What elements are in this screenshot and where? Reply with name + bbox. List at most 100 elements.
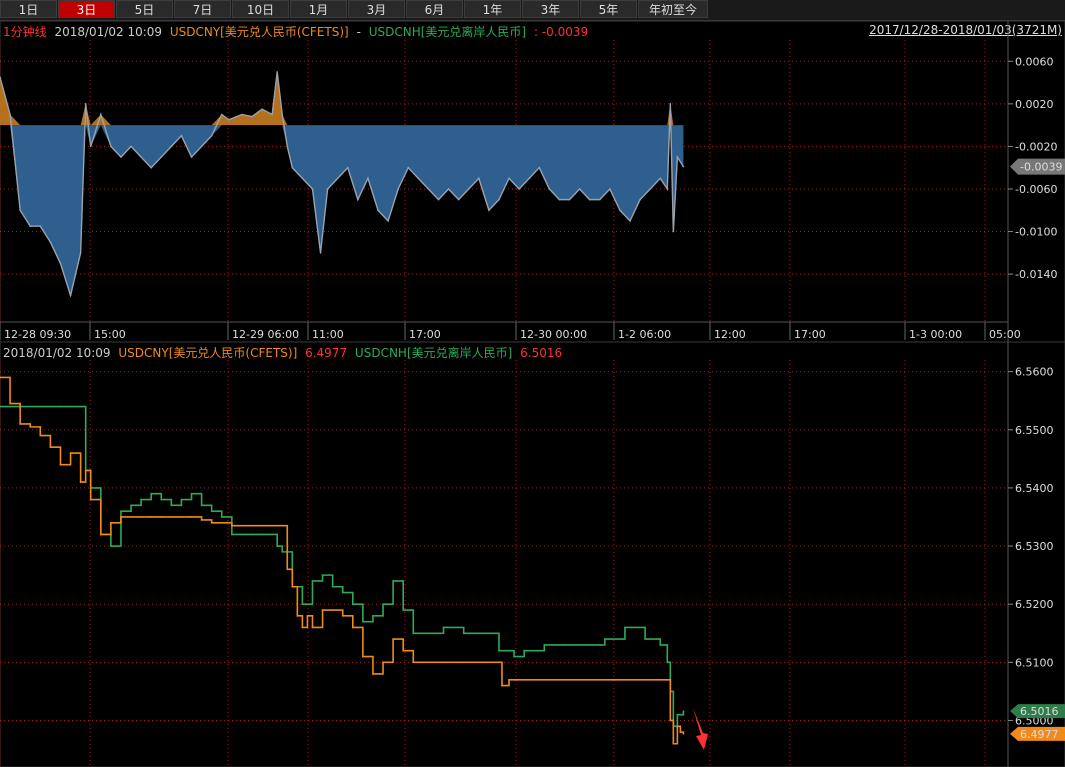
price-point-usdcnh-51 — [624, 626, 626, 629]
price-point-usdcnh-24 — [271, 533, 273, 536]
spread-point-44 — [407, 166, 410, 169]
price-point-usdcnh-52 — [644, 638, 646, 640]
spread-point-38 — [346, 166, 349, 169]
price-point-usdcny-34 — [306, 615, 309, 617]
price-point-usdcny-50 — [498, 661, 500, 664]
spread-point-42 — [387, 220, 389, 222]
price-point-usdcny-9 — [84, 469, 87, 472]
price-point-usdcny-23 — [220, 522, 223, 524]
spread-point-14 — [130, 145, 132, 148]
spread-point-66 — [629, 220, 631, 222]
chart-canvas: 12-28 09:30 15:00 12-29 06:00 11:00 17:00 12-… — [0, 20, 1065, 767]
price-point-usdcnh-46 — [523, 649, 525, 652]
spread-point-10 — [89, 145, 92, 148]
price-point-usdcnh-40 — [422, 632, 425, 635]
spread-point-48 — [447, 188, 450, 190]
price-point-usdcnh-17 — [200, 504, 203, 507]
spread-point-22 — [210, 134, 213, 137]
price-point-usdcnh-25 — [276, 545, 279, 547]
price-point-usdcny-35 — [311, 626, 314, 629]
price-point-usdcnh-23 — [261, 533, 263, 536]
price-point-usdcny-52 — [505, 684, 507, 687]
spread-point-53 — [498, 198, 500, 201]
price-point-usdcny-15 — [140, 516, 142, 518]
spread-point-36 — [326, 188, 329, 190]
price-point-usdcnh-50 — [604, 638, 606, 640]
spread-point-69 — [659, 177, 662, 180]
spread-point-4 — [39, 225, 42, 228]
price-y-tick-label-1: 6.5500 — [1015, 424, 1054, 437]
spread-point-52 — [488, 209, 490, 212]
spread-point-18 — [170, 145, 173, 148]
price-point-usdcnh-9 — [120, 510, 122, 512]
price-point-usdcnh-8 — [110, 545, 112, 547]
price-point-usdcny-38 — [341, 615, 344, 617]
spread-point-13 — [120, 156, 122, 158]
x-tick-label-10: 05:00 — [989, 328, 1021, 341]
price-point-usdcny-11 — [100, 533, 102, 536]
price-point-usdcny-24 — [231, 524, 233, 527]
price-point-usdcnh-4 — [79, 405, 82, 408]
bottom-panel-frame — [0, 341, 1065, 767]
spread-point-35 — [319, 252, 322, 254]
spread-point-6 — [59, 262, 62, 265]
spread-point-12 — [110, 145, 112, 148]
price-point-usdcnh-57 — [676, 713, 679, 716]
spread-point-64 — [609, 188, 611, 190]
price-point-usdcnh-2 — [39, 405, 42, 408]
spread-point-61 — [578, 188, 581, 190]
price-point-usdcnh-21 — [241, 533, 243, 536]
spread-point-29 — [276, 71, 279, 73]
spread-point-8 — [79, 252, 82, 254]
spread-point-5 — [49, 241, 52, 243]
spread-point-7 — [69, 294, 72, 297]
spread-point-47 — [437, 198, 440, 201]
price-point-usdcny-44 — [402, 649, 405, 652]
top-panel-frame — [0, 20, 1065, 343]
price-point-usdcny-39 — [352, 626, 354, 629]
price-point-usdcny-5 — [49, 446, 52, 449]
spread-point-9 — [84, 103, 87, 105]
price-point-usdcny-26 — [251, 524, 253, 527]
price-point-usdcnh-44 — [498, 649, 500, 652]
spread-point-41 — [377, 209, 379, 212]
price-point-usdcny-58 — [583, 678, 586, 681]
price-line-usdcnh — [0, 405, 685, 728]
spread-point-25 — [241, 113, 243, 116]
price-point-usdcny-22 — [210, 522, 213, 524]
price-point-usdcny-32 — [296, 615, 299, 617]
price-point-usdcnh-39 — [412, 632, 415, 635]
price-point-usdcny-42 — [382, 661, 384, 664]
spread-y-tick-label-3: -0.0060 — [1015, 183, 1057, 196]
spread-point-45 — [417, 177, 420, 180]
x-tick-label-2: 12-29 06:00 — [232, 328, 299, 341]
price-point-usdcny-63 — [669, 719, 672, 722]
price-point-usdcnh-18 — [210, 510, 213, 512]
spread-y-tick-label-4: -0.0100 — [1015, 226, 1057, 239]
spread-y-tick-label-0: 0.0060 — [1015, 55, 1054, 68]
price-point-usdcny-30 — [286, 568, 289, 571]
price-point-usdcny-28 — [271, 524, 273, 527]
price-point-usdcny-27 — [261, 524, 263, 527]
spread-point-32 — [291, 166, 294, 169]
price-point-usdcny-57 — [563, 678, 566, 681]
x-tick-label-8: 17:00 — [794, 328, 826, 341]
price-point-usdcnh-10 — [130, 504, 132, 507]
spread-positive-area — [0, 71, 684, 126]
spread-point-33 — [301, 177, 304, 180]
price-point-usdcny-21 — [200, 519, 203, 521]
price-point-usdcny-55 — [523, 678, 525, 681]
spread-point-24 — [228, 119, 230, 121]
price-point-usdcnh-34 — [362, 620, 364, 623]
x-tick-label-6: 1-2 06:00 — [618, 328, 671, 341]
spread-point-11 — [100, 113, 102, 116]
x-tick-label-0: 12-28 09:30 — [4, 328, 71, 341]
price-point-usdcnh-29 — [311, 580, 314, 582]
price-y-tick-label-3: 6.5300 — [1015, 540, 1054, 553]
price-point-usdcnh-14 — [170, 504, 173, 507]
price-point-usdcnh-36 — [382, 603, 384, 605]
price-point-usdcny-40 — [362, 655, 364, 658]
x-tick-label-7: 12:00 — [714, 328, 746, 341]
price-point-usdcny-1 — [9, 402, 11, 405]
spread-point-57 — [538, 166, 541, 169]
